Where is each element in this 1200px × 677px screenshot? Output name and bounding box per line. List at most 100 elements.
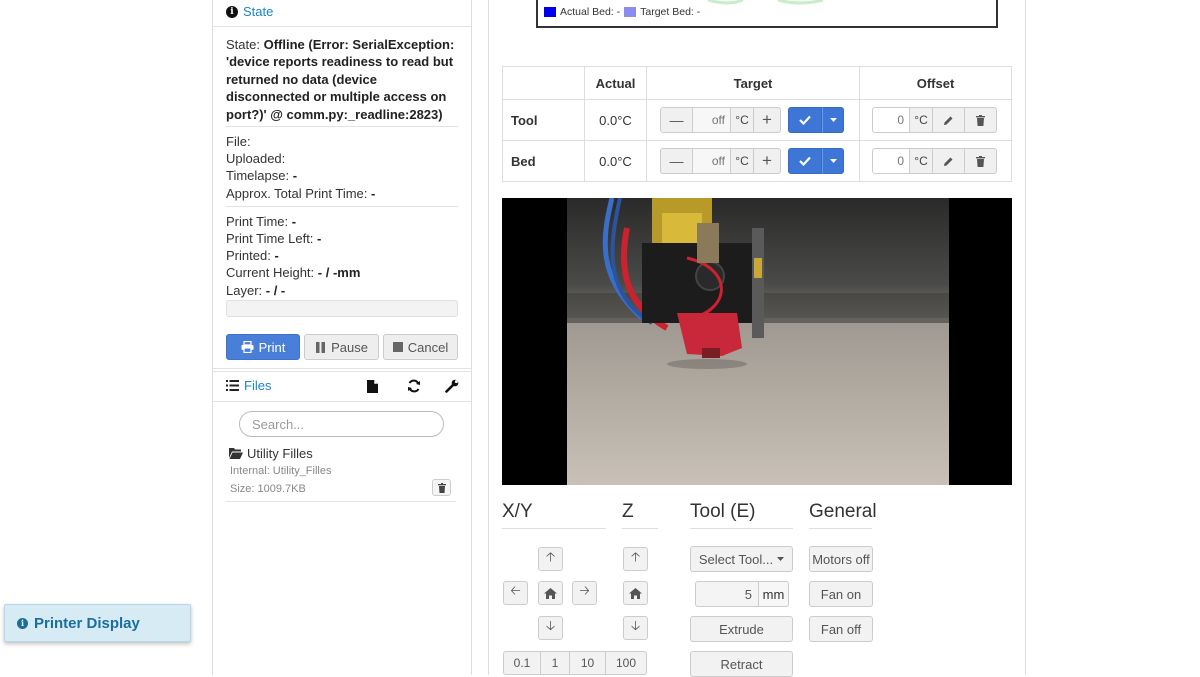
print-time-line: Print Time: - <box>226 214 297 229</box>
decrease-target-button[interactable]: — <box>660 148 693 174</box>
print-progress-bar <box>226 300 458 317</box>
current-height-line: Current Height: - / -mm <box>226 265 361 280</box>
column-header-name <box>502 66 585 100</box>
info-icon: i <box>226 5 238 18</box>
printer-display-tab[interactable]: i Printer Display <box>4 604 191 642</box>
minus-icon: — <box>669 112 684 128</box>
jog-z-plus-button[interactable]: 🡡 <box>623 547 648 571</box>
pencil-icon <box>943 156 954 167</box>
decrease-target-button[interactable]: — <box>660 107 693 133</box>
refresh-icon[interactable] <box>406 378 421 393</box>
target-temperature-input[interactable] <box>693 148 731 174</box>
jog-y-plus-button[interactable]: 🡡 <box>538 547 563 571</box>
reset-offset-button[interactable] <box>965 107 997 133</box>
row-name: Tool <box>502 99 585 141</box>
arrow-left-icon: 🡠 <box>510 583 521 598</box>
file-size: Size: 1009.7KB <box>230 483 306 495</box>
pencil-icon <box>943 115 954 126</box>
extrude-button[interactable]: Extrude <box>690 616 793 642</box>
target-cell: — °C + <box>646 99 860 141</box>
printed-line: Printed: - <box>226 248 279 263</box>
target-dropdown-toggle[interactable] <box>822 107 844 133</box>
home-xy-button[interactable] <box>538 581 563 605</box>
file-location: Internal: Utility_Filles <box>230 465 332 477</box>
file-delete-button[interactable] <box>432 479 451 496</box>
jog-z-minus-button[interactable]: 🡣 <box>623 616 648 640</box>
divider <box>226 126 458 127</box>
print-button[interactable]: Print <box>226 334 300 360</box>
approx-print-time-line: Approx. Total Print Time: - <box>226 186 376 201</box>
table-row-tool: Tool 0.0°C — °C + °C <box>502 99 1012 141</box>
state-accordion-heading[interactable]: i State <box>226 4 273 19</box>
divider <box>213 401 471 402</box>
motors-off-button[interactable]: Motors off <box>809 546 873 572</box>
home-icon <box>629 587 642 599</box>
caret-down-icon <box>777 557 785 561</box>
xy-heading: X/Y <box>502 501 533 522</box>
timelapse-line: Timelapse: - <box>226 168 298 183</box>
fan-off-button[interactable]: Fan off <box>809 616 873 642</box>
temperature-table: Actual Target Offset Tool 0.0°C — °C + <box>502 66 1012 182</box>
legend-label-actual-bed: Actual Bed: - <box>560 6 621 18</box>
file-name: Utility Filles <box>247 446 313 461</box>
file-list-item[interactable]: Utility Filles <box>229 446 313 461</box>
divider <box>690 528 793 529</box>
offset-input[interactable] <box>872 107 910 133</box>
offset-unit: °C <box>910 148 933 174</box>
extrude-amount-group: mm <box>695 581 789 607</box>
minus-icon: — <box>669 153 684 169</box>
list-icon <box>226 380 239 391</box>
state-status: State: Offline (Error: SerialException: … <box>226 36 456 123</box>
select-tool-dropdown[interactable]: Select Tool... <box>690 546 793 572</box>
step-size-10[interactable]: 10 <box>569 651 606 675</box>
files-accordion-heading[interactable]: Files <box>226 378 271 393</box>
set-target-button[interactable] <box>788 148 822 174</box>
increase-target-button[interactable]: + <box>754 107 781 133</box>
webcam-stream <box>502 198 1012 485</box>
divider <box>809 528 872 529</box>
divider <box>226 206 458 207</box>
jog-x-plus-button[interactable]: 🡢 <box>572 581 597 605</box>
offset-cell: °C <box>859 99 1012 141</box>
wrench-icon[interactable] <box>444 378 459 393</box>
cancel-button[interactable]: Cancel <box>383 334 458 360</box>
jog-y-minus-button[interactable]: 🡣 <box>538 616 563 640</box>
general-heading: General <box>809 501 877 522</box>
new-file-icon[interactable] <box>366 379 379 393</box>
state-heading-label: State <box>243 4 274 19</box>
folder-open-icon <box>229 448 243 459</box>
actual-temperature: 0.0°C <box>584 99 647 141</box>
edit-offset-button[interactable] <box>933 148 965 174</box>
legend-swatch-actual-bed <box>544 7 556 17</box>
target-dropdown-toggle[interactable] <box>822 148 844 174</box>
uploaded-line: Uploaded: <box>226 151 286 166</box>
extrude-amount-input[interactable] <box>695 581 759 607</box>
jog-x-minus-button[interactable]: 🡠 <box>503 581 528 605</box>
home-z-button[interactable] <box>623 581 648 605</box>
file-search-input[interactable] <box>239 411 444 437</box>
printer-display-label: Printer Display <box>34 614 140 632</box>
arrow-down-icon: 🡣 <box>630 618 641 633</box>
trash-icon <box>976 114 985 126</box>
step-size-100[interactable]: 100 <box>605 651 647 675</box>
table-row-bed: Bed 0.0°C — °C + °C <box>502 140 1012 182</box>
offset-cell: °C <box>859 140 1012 182</box>
fan-on-button[interactable]: Fan on <box>809 581 873 607</box>
increase-target-button[interactable]: + <box>754 148 781 174</box>
webcam-frame-image <box>567 198 949 485</box>
home-icon <box>544 587 557 599</box>
divider <box>502 528 606 529</box>
state-value: Offline (Error: SerialException: 'device… <box>226 37 455 122</box>
offset-input[interactable] <box>872 148 910 174</box>
table-header-row: Actual Target Offset <box>502 66 1012 100</box>
info-icon: i <box>17 617 28 629</box>
step-size-1[interactable]: 1 <box>540 651 570 675</box>
retract-button[interactable]: Retract <box>690 651 793 677</box>
edit-offset-button[interactable] <box>933 107 965 133</box>
target-temperature-input[interactable] <box>693 107 731 133</box>
pause-button[interactable]: Pause <box>304 334 379 360</box>
check-icon <box>799 156 811 166</box>
step-size-0.1[interactable]: 0.1 <box>503 651 541 675</box>
set-target-button[interactable] <box>788 107 822 133</box>
reset-offset-button[interactable] <box>965 148 997 174</box>
